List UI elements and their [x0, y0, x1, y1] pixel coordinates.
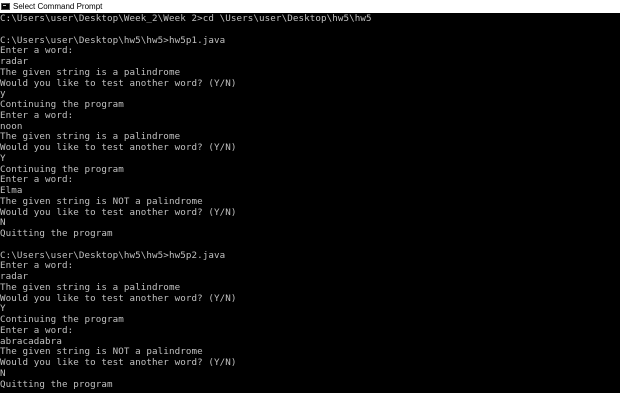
console-line: Would you like to test another word? (Y/… [0, 357, 237, 368]
console-line: The given string is a palindrome [0, 281, 181, 293]
console-line: Enter a word: [0, 324, 74, 336]
console-line: Would you like to test another word? (Y/… [0, 292, 237, 304]
console-line: Continuing the program [0, 314, 124, 325]
console-line: C:\Users\user\Desktop\Week_2\Week 2>cd \… [0, 13, 372, 24]
title-bar[interactable]: Select Command Prompt [0, 0, 620, 13]
console-line: Quitting the program [0, 378, 113, 390]
console-line: N [0, 367, 6, 379]
console-line: Continuing the program [0, 163, 124, 175]
console-line: Enter a word: [0, 174, 74, 186]
console-line: Continuing the program [0, 99, 124, 110]
console-line: Enter a word: [0, 109, 74, 121]
console-line: The given string is NOT a palindrome [0, 195, 203, 207]
console-line: C:\Users\user\Desktop\hw5\hw5>hw5p2.java [0, 249, 226, 261]
console-line: Quitting the program [0, 228, 113, 239]
console-line: Y [0, 152, 6, 164]
console-output[interactable]: C:\Users\user\Desktop\Week_2\Week 2>cd \… [0, 13, 620, 393]
console-line: Would you like to test another word? (Y/… [0, 206, 237, 218]
console-line: Would you like to test another word? (Y/… [0, 142, 237, 153]
console-line: The given string is a palindrome [0, 66, 181, 78]
console-line: C:\Users\user\Desktop\hw5\hw5>hw5p1.java [0, 34, 226, 46]
window-title: Select Command Prompt [13, 2, 103, 11]
console-line: Would you like to test another word? (Y/… [0, 77, 237, 89]
cmd-icon [1, 3, 10, 10]
console-line: Enter a word: [0, 260, 74, 272]
console-line: Enter a word: [0, 45, 74, 57]
